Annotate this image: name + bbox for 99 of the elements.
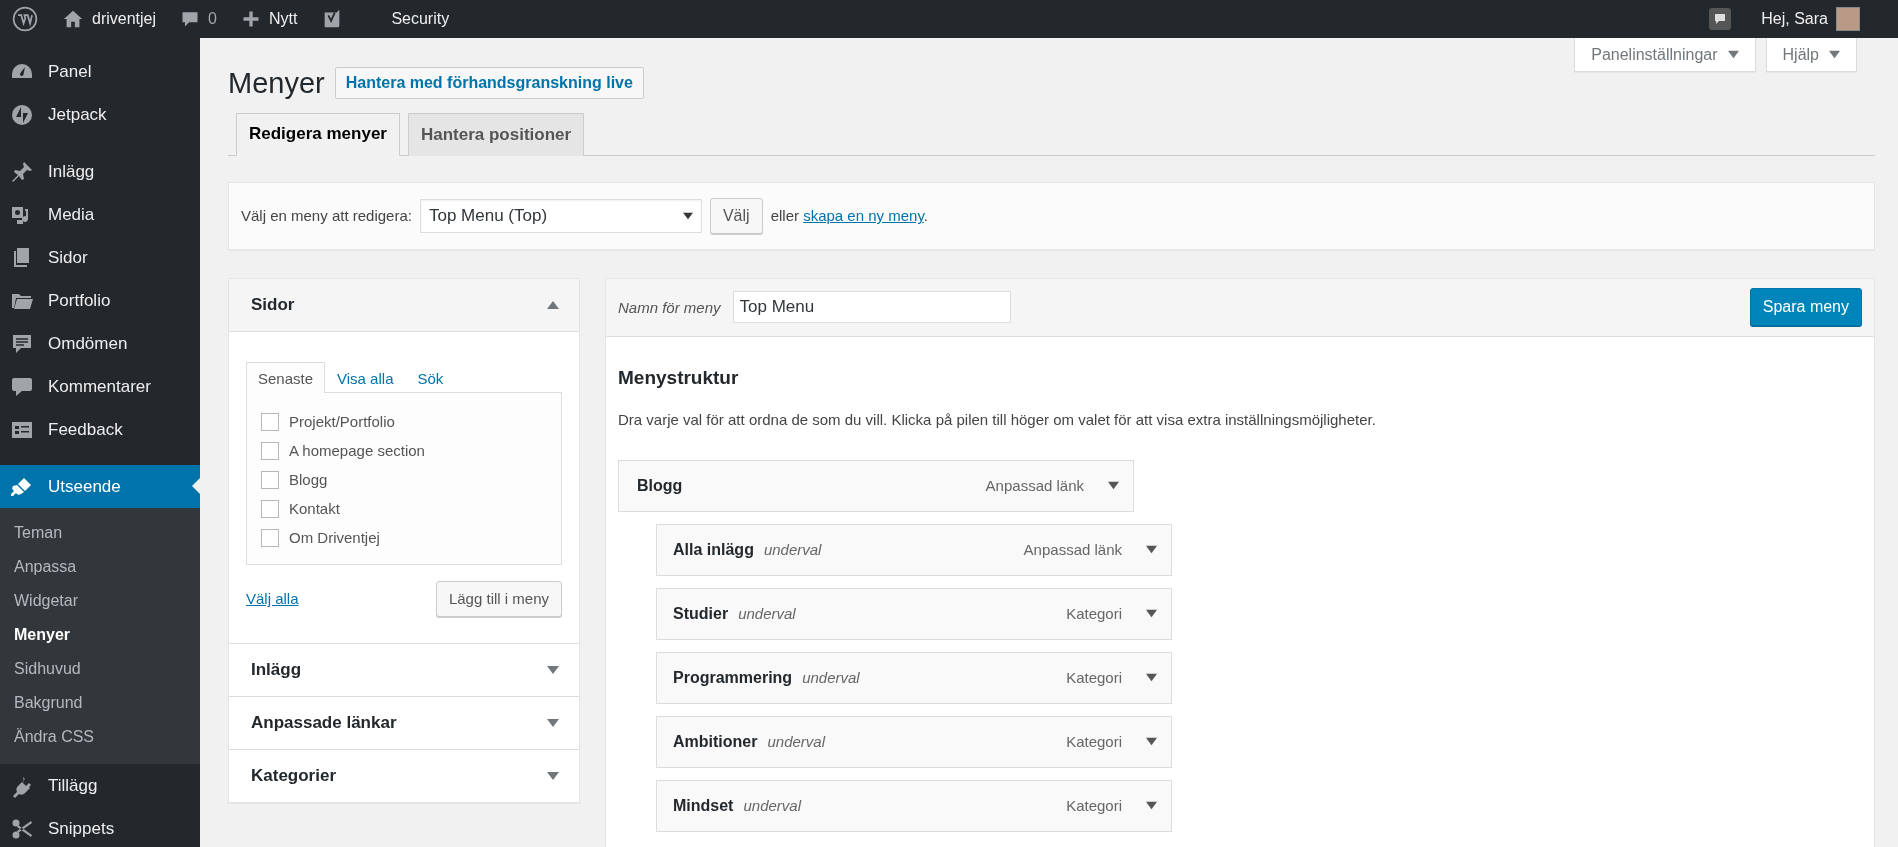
menu-name-label: Namn för meny — [618, 298, 721, 316]
item-note: underval — [738, 605, 796, 623]
screen-options-button[interactable]: Panelinställningar — [1574, 38, 1756, 72]
checkbox-label: A homepage section — [289, 442, 425, 460]
menu-item[interactable]: Programmering underval Kategori — [656, 651, 1172, 704]
item-type: Kategori — [1066, 669, 1122, 687]
select-menu-label: Välj en meny att redigera: — [241, 207, 412, 225]
menu-item[interactable]: Blogg Anpassad länk — [618, 459, 1134, 512]
submenu-item[interactable]: Bakgrund — [0, 686, 200, 720]
item-type: Anpassad länk — [1023, 541, 1122, 559]
accordion-header[interactable]: Anpassade länkar — [229, 696, 579, 749]
submenu-item[interactable]: Widgetar — [0, 584, 200, 618]
sidebar-menu-item[interactable]: Panel — [0, 50, 200, 93]
item-note: underval — [763, 541, 822, 559]
notification-icon — [1713, 12, 1728, 26]
add-to-menu-button[interactable]: Lägg till i meny — [435, 580, 562, 617]
sidebar-menu-item[interactable]: Omdömen — [0, 322, 200, 365]
tab[interactable]: Visa alla — [325, 361, 406, 393]
tab[interactable]: Hantera positioner — [407, 112, 585, 156]
create-menu-link[interactable]: skapa en ny meny — [803, 207, 924, 225]
expand-arrow-icon — [1146, 736, 1157, 748]
tab[interactable]: Sök — [405, 361, 456, 393]
checkbox[interactable] — [261, 412, 279, 431]
item-title: Ambitioner — [673, 732, 758, 751]
checkbox-label: Om Driventjej — [289, 529, 380, 547]
home-icon — [62, 8, 84, 30]
instructions-text: Dra varje val för att ordna de som du vill. Klicka på pilen till höger om valet för att visa extra inställningsmöjligheter. — [618, 410, 1377, 428]
page-title: Menyer — [228, 66, 325, 101]
accordion-header[interactable]: Inlägg — [229, 643, 579, 696]
sidebar-menu-item[interactable]: Feedback — [0, 408, 200, 451]
item-note: underval — [767, 733, 825, 751]
item-title: Mindset — [673, 796, 734, 815]
sidebar-menu-item[interactable]: Sidor — [0, 236, 200, 279]
expand-arrow-icon — [1146, 608, 1157, 620]
item-title: Alla inlägg — [673, 540, 754, 559]
expand-arrow-icon — [1146, 544, 1157, 556]
create-menu-sentence: eller skapa en ny meny. — [770, 207, 928, 225]
account-link[interactable]: Hej, Sara — [1749, 0, 1872, 38]
sidebar-menu-item[interactable]: Snippets — [0, 807, 200, 847]
item-note: underval — [743, 797, 801, 815]
menu-item[interactable]: Mindset underval Kategori — [656, 779, 1172, 832]
submenu-item[interactable]: Teman — [0, 516, 200, 550]
select-all-link[interactable]: Välj alla — [246, 590, 299, 608]
item-type: Kategori — [1066, 733, 1122, 751]
submenu-item[interactable]: Ändra CSS — [0, 720, 200, 754]
comments-link[interactable]: 0 — [168, 0, 229, 38]
checkbox[interactable] — [261, 499, 279, 518]
sidebar-menu-item[interactable]: Utseende — [0, 465, 200, 508]
accordion-header[interactable]: Sidor — [229, 278, 579, 332]
menu-item[interactable]: Alla inlägg underval Anpassad länk — [656, 523, 1172, 576]
sidebar-menu-item[interactable]: Media — [0, 193, 200, 236]
sidebar-menu-item[interactable]: Tillägg — [0, 764, 200, 807]
avatar-placeholder — [1836, 7, 1860, 31]
screen-options-button[interactable]: Hjälp — [1765, 38, 1857, 72]
expand-arrow-icon — [1146, 672, 1157, 684]
item-type: Kategori — [1066, 605, 1122, 623]
new-content-link[interactable]: Nytt — [228, 0, 310, 38]
item-type: Anpassad länk — [985, 477, 1084, 495]
item-title: Studier — [673, 604, 729, 623]
site-name-link[interactable]: driventjej — [50, 0, 169, 38]
menu-item[interactable]: Studier underval Kategori — [656, 587, 1172, 640]
comment-icon — [180, 9, 201, 29]
item-type: Kategori — [1066, 797, 1122, 815]
pushpin-icon — [10, 159, 34, 184]
expand-arrow-icon — [1146, 800, 1157, 812]
checkbox-label: Blogg — [289, 471, 328, 489]
checkbox[interactable] — [261, 470, 279, 489]
security-menu-link[interactable]: Security — [355, 0, 462, 38]
menu-name-field[interactable]: Top Menu — [732, 291, 1011, 324]
sidebar-menu-item[interactable]: Kommentarer — [0, 365, 200, 408]
checkbox[interactable] — [261, 441, 279, 460]
submenu-item[interactable]: Anpassa — [0, 550, 200, 584]
wordpress-logo-icon — [12, 6, 38, 32]
caret-icon — [682, 210, 693, 221]
submenu-item[interactable]: Sidhuvud — [0, 652, 200, 686]
sidebar-menu-item[interactable]: Jetpack — [0, 93, 200, 136]
checkbox-label: Projekt/Portfolio — [289, 413, 395, 431]
select-button[interactable]: Välj — [709, 197, 763, 234]
save-menu-button[interactable]: Spara meny — [1749, 288, 1862, 327]
notification-button[interactable] — [1709, 8, 1732, 30]
tab[interactable]: Redigera menyer — [236, 112, 400, 156]
accordion-header[interactable]: Kategorier — [229, 749, 579, 802]
expand-arrow-icon — [1108, 480, 1119, 492]
item-title: Blogg — [637, 476, 683, 495]
submenu-item[interactable]: Menyer — [0, 618, 200, 652]
jetpack-icon — [10, 102, 34, 127]
caret-icon — [1727, 49, 1739, 60]
menu-dropdown[interactable]: Top Menu (Top) — [419, 198, 702, 233]
item-note: underval — [802, 669, 860, 687]
sidebar-menu-item[interactable]: Portfolio — [0, 279, 200, 322]
checkbox-label: Kontakt — [289, 500, 340, 518]
item-title: Programmering — [673, 668, 793, 687]
sidebar-menu-item[interactable]: Inlägg — [0, 150, 200, 193]
tab[interactable]: Senaste — [246, 361, 326, 393]
caret-icon — [1829, 49, 1840, 60]
checkbox[interactable] — [261, 528, 279, 547]
section-heading: Menystruktur — [618, 366, 740, 389]
manage-live-preview-button[interactable]: Hantera med förhandsgranskning live — [334, 67, 644, 100]
menu-item[interactable]: Ambitioner underval Kategori — [656, 715, 1172, 768]
